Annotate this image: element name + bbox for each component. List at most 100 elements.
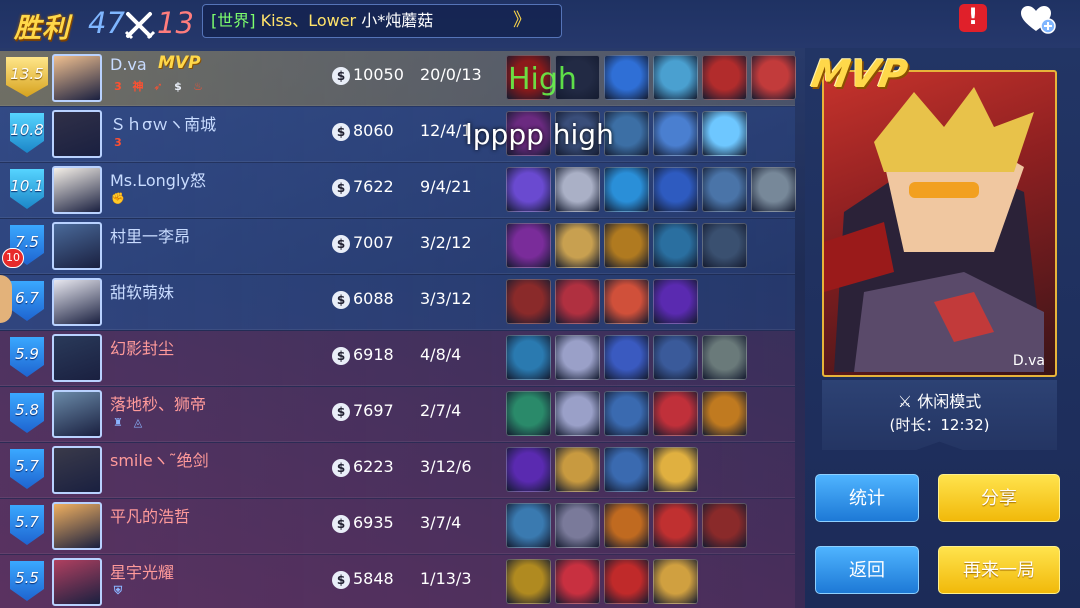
item-icon[interactable]	[653, 447, 698, 492]
report-button[interactable]: !	[959, 4, 987, 32]
hero-portrait[interactable]	[52, 166, 102, 214]
play-again-button[interactable]: 再来一局	[938, 546, 1060, 594]
honor-badges: 3 神 ➶ $ ♨	[110, 79, 206, 97]
hero-portrait[interactable]	[52, 334, 102, 382]
hero-portrait[interactable]	[52, 390, 102, 438]
player-rating: 10.8	[10, 113, 44, 153]
player-name[interactable]: Ms.Longly怒	[110, 167, 206, 191]
item-icon[interactable]	[555, 503, 600, 548]
item-icon[interactable]	[653, 335, 698, 380]
honor-badge-icon: ⛨	[113, 584, 123, 597]
hero-portrait[interactable]	[52, 446, 102, 494]
mvp-hero-card[interactable]: D.va	[822, 70, 1057, 377]
player-name[interactable]: D.va	[110, 55, 147, 74]
red-team-kills: 13	[157, 6, 194, 40]
item-icon[interactable]	[506, 391, 551, 436]
item-icon[interactable]	[555, 559, 600, 604]
player-row[interactable]: 5.9 幻影封尘 $6918 4/8/4	[0, 331, 795, 386]
player-row[interactable]: 7.5 村里一李昂 $7007 3/2/12	[0, 219, 795, 274]
item-icon[interactable]	[604, 503, 649, 548]
item-icon[interactable]	[506, 503, 551, 548]
chat-message: 小*炖蘑菇	[361, 11, 434, 30]
item-icon[interactable]	[506, 335, 551, 380]
player-gold: 6088	[353, 289, 394, 308]
player-row[interactable]: 5.7 smileヽ˜绝剑 $6223 3/12/6	[0, 443, 795, 498]
player-row[interactable]: 13.5 D.va MVP 3 神 ➶ $ ♨ $10050 20/0/13	[0, 51, 796, 106]
player-row[interactable]: 5.8 落地秒、狮帝 ♜ ◬ $7697 2/7/4	[0, 387, 795, 442]
item-icon[interactable]	[702, 223, 747, 268]
world-chat-bar[interactable]: [世界] Kiss、Lower 小*炖蘑菇 》	[202, 4, 562, 38]
item-icon[interactable]	[555, 223, 600, 268]
item-icon[interactable]	[702, 55, 747, 100]
item-icon[interactable]	[604, 447, 649, 492]
gold-coin-icon: $	[332, 67, 350, 85]
notification-badge[interactable]: 10	[2, 248, 24, 268]
player-gold: 6935	[353, 513, 394, 532]
player-kda: 3/2/12	[420, 233, 472, 252]
item-icon[interactable]	[653, 111, 698, 156]
player-row[interactable]: 6.7 甜软萌妹 $6088 3/3/12	[0, 275, 795, 330]
player-name[interactable]: 星宇光耀	[110, 559, 174, 583]
player-name[interactable]: 平凡的浩哲	[110, 503, 190, 527]
item-icon[interactable]	[555, 335, 600, 380]
item-icon[interactable]	[604, 335, 649, 380]
player-rating: 5.8	[10, 393, 44, 433]
hero-portrait[interactable]	[52, 278, 102, 326]
item-icon[interactable]	[506, 279, 551, 324]
hero-portrait[interactable]	[52, 502, 102, 550]
item-icon[interactable]	[555, 279, 600, 324]
item-icon[interactable]	[653, 279, 698, 324]
item-icon[interactable]	[604, 559, 649, 604]
item-icon[interactable]	[653, 223, 698, 268]
item-icon[interactable]	[751, 167, 796, 212]
add-friend-icon[interactable]	[1020, 4, 1056, 34]
player-name[interactable]: 甜软萌妹	[110, 279, 174, 303]
item-icon[interactable]	[653, 559, 698, 604]
item-icon[interactable]	[506, 167, 551, 212]
back-button[interactable]: 返回	[815, 546, 919, 594]
item-icon[interactable]	[555, 391, 600, 436]
hero-portrait[interactable]	[52, 558, 102, 606]
item-icon[interactable]	[604, 167, 649, 212]
item-icon[interactable]	[604, 391, 649, 436]
stats-button[interactable]: 统计	[815, 474, 919, 522]
item-icon[interactable]	[604, 55, 649, 100]
player-name[interactable]: 村里一李昂	[110, 223, 190, 247]
item-icon[interactable]	[555, 167, 600, 212]
item-icon[interactable]	[702, 111, 747, 156]
item-icon[interactable]	[653, 391, 698, 436]
item-icon[interactable]	[702, 335, 747, 380]
item-icon[interactable]	[555, 447, 600, 492]
item-icon[interactable]	[604, 223, 649, 268]
player-name[interactable]: smileヽ˜绝剑	[110, 447, 209, 471]
item-icon[interactable]	[702, 503, 747, 548]
item-icon[interactable]	[653, 167, 698, 212]
player-rating: 5.7	[10, 449, 44, 489]
item-icon[interactable]	[702, 391, 747, 436]
player-row[interactable]: 5.5 星宇光耀 ⛨ $5848 1/13/3	[0, 555, 795, 608]
item-icon[interactable]	[653, 503, 698, 548]
chat-avatar-tab[interactable]	[0, 275, 12, 323]
item-icon[interactable]	[604, 279, 649, 324]
item-slots	[506, 391, 747, 436]
player-name[interactable]: Ｓｈσｗヽ南城	[110, 111, 216, 135]
item-icon[interactable]	[702, 167, 747, 212]
item-icon[interactable]	[506, 223, 551, 268]
hero-portrait[interactable]	[52, 222, 102, 270]
item-icon[interactable]	[751, 55, 796, 100]
player-row[interactable]: 10.8 Ｓｈσｗヽ南城 3 $8060 12/4/1	[0, 107, 795, 162]
player-name[interactable]: 落地秒、狮帝	[110, 391, 206, 415]
player-kda: 12/4/1	[420, 121, 472, 140]
hero-portrait[interactable]	[52, 110, 102, 158]
item-icon[interactable]	[506, 447, 551, 492]
player-row[interactable]: 10.1 Ms.Longly怒 ✊ $7622 9/4/21	[0, 163, 796, 218]
player-rating: 5.7	[10, 505, 44, 545]
chat-expand-icon[interactable]: 》	[513, 5, 531, 37]
share-button[interactable]: 分享	[938, 474, 1060, 522]
item-icon[interactable]	[506, 559, 551, 604]
hero-portrait[interactable]	[52, 54, 102, 102]
item-icon[interactable]	[653, 55, 698, 100]
victory-label: 胜利	[14, 13, 70, 44]
player-name[interactable]: 幻影封尘	[110, 335, 174, 359]
player-row[interactable]: 5.7 平凡的浩哲 $6935 3/7/4	[0, 499, 795, 554]
